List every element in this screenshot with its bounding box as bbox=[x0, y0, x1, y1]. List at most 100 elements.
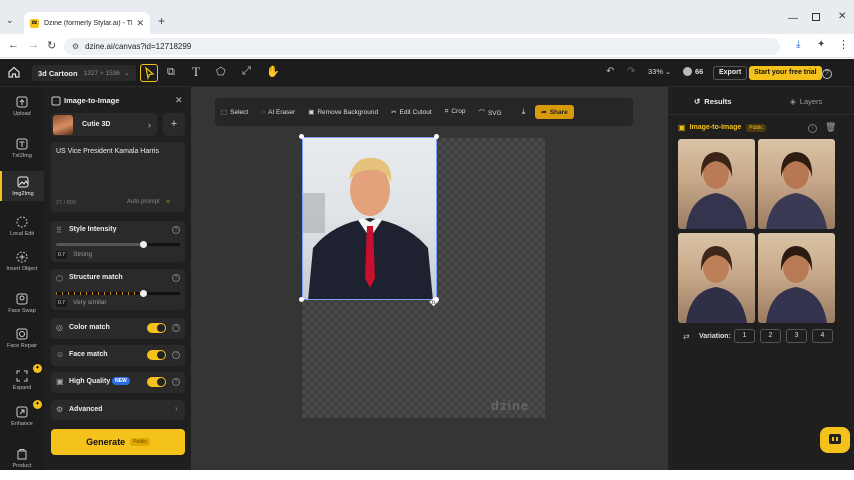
tab-results[interactable]: ↺ Results bbox=[694, 97, 731, 106]
back-icon[interactable]: ← bbox=[8, 39, 19, 51]
sidebar-item-face-repair[interactable]: Face Repair bbox=[0, 327, 44, 349]
high-quality-toggle[interactable] bbox=[147, 377, 166, 387]
resize-handle[interactable] bbox=[434, 134, 439, 139]
zoom-level: 33% bbox=[648, 67, 664, 76]
advanced-row[interactable]: ⚙ Advanced › bbox=[51, 400, 185, 420]
pro-badge-icon: ✦ bbox=[33, 400, 42, 409]
expand-icon bbox=[15, 369, 29, 383]
person-icon: ▣ bbox=[308, 109, 315, 116]
info-icon[interactable]: i bbox=[808, 124, 817, 133]
select-tool-icon[interactable] bbox=[140, 64, 158, 82]
help-icon[interactable]: ? bbox=[822, 69, 832, 79]
variation-3-button[interactable]: 3 bbox=[786, 329, 807, 343]
extension-icon[interactable]: ✦ bbox=[817, 39, 825, 50]
free-trial-button[interactable]: Start your free trial bbox=[749, 66, 822, 80]
tab-close-icon[interactable]: ✕ bbox=[136, 18, 144, 29]
pro-badge-icon: ✦ bbox=[33, 364, 42, 373]
ai-eraser-button[interactable]: ◌ AI Eraser bbox=[261, 109, 295, 116]
add-style-button[interactable]: + bbox=[163, 113, 185, 136]
svg-button[interactable]: ⌒ SVG bbox=[478, 107, 501, 117]
sidebar-item-local-edit[interactable]: Local Edit bbox=[0, 215, 44, 237]
variation-2-button[interactable]: 2 bbox=[760, 329, 781, 343]
window-close-icon[interactable]: ✕ bbox=[838, 11, 846, 22]
sidebar-item-label: Face Repair bbox=[7, 343, 37, 349]
sidebar-item-enhance[interactable]: Enhance ✦ bbox=[0, 400, 44, 427]
sidebar-item-product[interactable]: Product bbox=[0, 447, 44, 469]
select-tool-button[interactable]: ⬚ Select bbox=[221, 108, 248, 116]
url-field[interactable]: ⚙ dzine.ai/canvas?id=12718299 bbox=[64, 38, 780, 55]
tab-list-icon[interactable]: ⌄ bbox=[6, 15, 16, 25]
variation-4-button[interactable]: 4 bbox=[812, 329, 833, 343]
result-thumbnail[interactable] bbox=[758, 233, 835, 323]
crop-button[interactable]: ⌗ Crop bbox=[445, 108, 466, 116]
browser-menu-icon[interactable]: ⋮ bbox=[838, 38, 849, 51]
sidebar-item-img2img[interactable]: Img2Img bbox=[0, 171, 44, 201]
maximize-icon[interactable] bbox=[812, 13, 820, 21]
reload-icon[interactable]: ↻ bbox=[47, 39, 56, 52]
text-tool-icon[interactable]: T bbox=[192, 64, 200, 80]
prompt-box[interactable]: US Vice President Kamala Harris 27 / 800… bbox=[51, 142, 185, 212]
shape-tool-icon[interactable]: ⬠ bbox=[216, 65, 226, 78]
project-selector[interactable]: 3d Cartoon 1327 × 1536 ⌄ bbox=[32, 65, 136, 81]
pen-tool-icon[interactable]: ⤢ bbox=[242, 65, 251, 78]
style-intensity-slider[interactable] bbox=[56, 241, 180, 248]
slider-handle[interactable] bbox=[139, 290, 147, 297]
hand-tool-icon[interactable]: ✋ bbox=[266, 65, 280, 78]
chat-support-button[interactable] bbox=[820, 427, 850, 453]
undo-icon[interactable]: ↶ bbox=[606, 66, 614, 77]
help-icon[interactable]: ? bbox=[172, 351, 180, 359]
close-icon[interactable]: ✕ bbox=[175, 95, 183, 106]
share-button[interactable]: ➦ Share bbox=[535, 105, 574, 119]
zoom-selector[interactable]: 33% ⌄ bbox=[648, 67, 671, 76]
download-icon[interactable]: ⤓ bbox=[796, 39, 800, 50]
variation-1-button[interactable]: 1 bbox=[734, 329, 755, 343]
project-dimensions: 1327 × 1536 bbox=[83, 69, 120, 77]
sidebar-item-label: Expand bbox=[12, 385, 32, 391]
edit-cutout-button[interactable]: ✂ Edit Cutout bbox=[391, 108, 432, 116]
portrait-photo bbox=[303, 157, 433, 299]
color-match-label: Color match bbox=[69, 324, 110, 331]
help-icon[interactable]: ? bbox=[172, 324, 180, 332]
resize-handle[interactable] bbox=[299, 297, 304, 302]
auto-prompt-button[interactable]: Auto prompt ☼ bbox=[127, 199, 171, 205]
result-thumbnail[interactable] bbox=[678, 139, 755, 229]
result-thumbnail[interactable] bbox=[758, 139, 835, 229]
tab-layers[interactable]: ◈ Layers bbox=[790, 97, 822, 106]
color-match-toggle[interactable] bbox=[147, 323, 166, 333]
canvas-area[interactable]: ⬚ Select ◌ AI Eraser ▣ Remove Background ✂ E… bbox=[191, 87, 668, 470]
forward-icon[interactable]: → bbox=[28, 39, 39, 51]
credits-display[interactable]: 66 bbox=[683, 67, 703, 76]
face-match-toggle[interactable] bbox=[147, 350, 166, 360]
remove-background-button[interactable]: ▣ Remove Background bbox=[308, 108, 378, 116]
result-thumbnail[interactable] bbox=[678, 233, 755, 323]
result-image bbox=[686, 246, 747, 323]
chat-icon bbox=[829, 434, 841, 444]
export-button[interactable]: Export bbox=[713, 66, 748, 80]
help-icon[interactable]: ? bbox=[172, 274, 180, 282]
style-selector[interactable]: Cutie 3D › bbox=[51, 113, 157, 136]
image-frame-tool-icon[interactable]: ⧉ bbox=[167, 66, 175, 79]
slider-handle[interactable] bbox=[139, 241, 147, 248]
scissors-icon: ✂ bbox=[391, 109, 397, 116]
prompt-input[interactable]: US Vice President Kamala Harris bbox=[56, 148, 159, 155]
help-icon[interactable]: ? bbox=[172, 226, 180, 234]
sidebar-item-expand[interactable]: Expand ✦ bbox=[0, 364, 44, 391]
help-icon[interactable]: ? bbox=[172, 378, 180, 386]
minimize-icon[interactable]: — bbox=[788, 13, 798, 24]
site-info-icon[interactable]: ⚙ bbox=[72, 42, 79, 51]
resize-handle[interactable] bbox=[299, 134, 304, 139]
redo-icon[interactable]: ↷ bbox=[627, 66, 635, 77]
generate-button[interactable]: Generate Public bbox=[51, 429, 185, 455]
sidebar-item-face-swap[interactable]: Face Swap bbox=[0, 292, 44, 314]
img2img-icon bbox=[51, 96, 61, 106]
home-icon[interactable] bbox=[8, 66, 20, 78]
browser-tab[interactable]: dz Dzine (formerly Stylar.ai) - The ✕ bbox=[24, 12, 150, 34]
trash-icon[interactable]: 🗑 bbox=[825, 122, 836, 133]
sidebar-item-insert-object[interactable]: Insert Object bbox=[0, 250, 44, 272]
sidebar-item-txt2img[interactable]: Txt2Img bbox=[0, 137, 44, 159]
new-tab-icon[interactable]: + bbox=[158, 14, 165, 28]
selected-image[interactable] bbox=[302, 137, 437, 300]
structure-match-slider[interactable] bbox=[56, 290, 180, 297]
sidebar-item-upload[interactable]: Upload bbox=[0, 95, 44, 117]
download-icon[interactable]: ⤓ bbox=[522, 107, 526, 117]
